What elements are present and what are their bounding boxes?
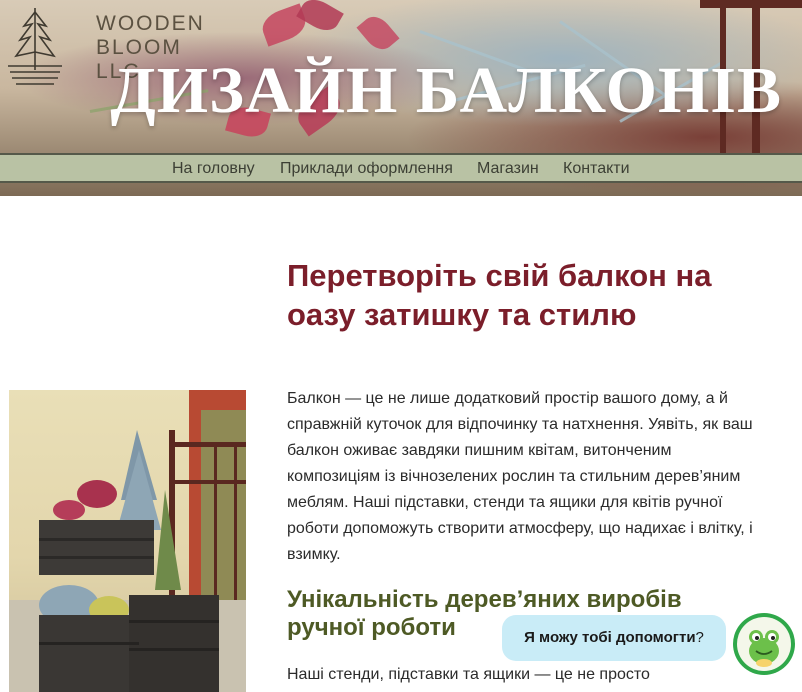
main-navigation: На головну Приклади оформлення Магазин К…: [0, 153, 802, 183]
nav-item-contacts[interactable]: Контакти: [563, 160, 630, 178]
nav-item-home[interactable]: На головну: [172, 160, 255, 178]
chat-avatar-button[interactable]: [733, 613, 795, 675]
nav-item-shop[interactable]: Магазин: [477, 160, 539, 178]
balcony-photo: [9, 390, 246, 692]
foliage-decoration: [296, 0, 344, 37]
railing-decoration: [700, 0, 802, 8]
chat-help-button[interactable]: Я можу тобі допомогти?: [502, 615, 726, 661]
page-heading: Перетворіть свій балкон на оазу затишку …: [287, 258, 712, 332]
nav-item-examples[interactable]: Приклади оформлення: [280, 160, 453, 178]
site-title: ДИЗАЙН БАЛКОНІВ: [110, 54, 782, 127]
logo-line: WOODEN: [96, 12, 205, 35]
section-paragraph: Наші стенди, підставки та ящики — це не …: [287, 666, 650, 683]
frog-icon: [737, 617, 791, 671]
foliage-decoration: [356, 10, 400, 56]
header-banner: WOODEN BLOOM LLC ДИЗАЙН БАЛКОНІВ На голо…: [0, 0, 802, 196]
chat-question-mark: ?: [695, 629, 704, 646]
intro-paragraph: Балкон — це не лише додатковий простір в…: [287, 390, 753, 563]
balcony-plants-image: [9, 390, 246, 692]
chat-help-label: Я можу тобі допомогти: [524, 629, 696, 646]
